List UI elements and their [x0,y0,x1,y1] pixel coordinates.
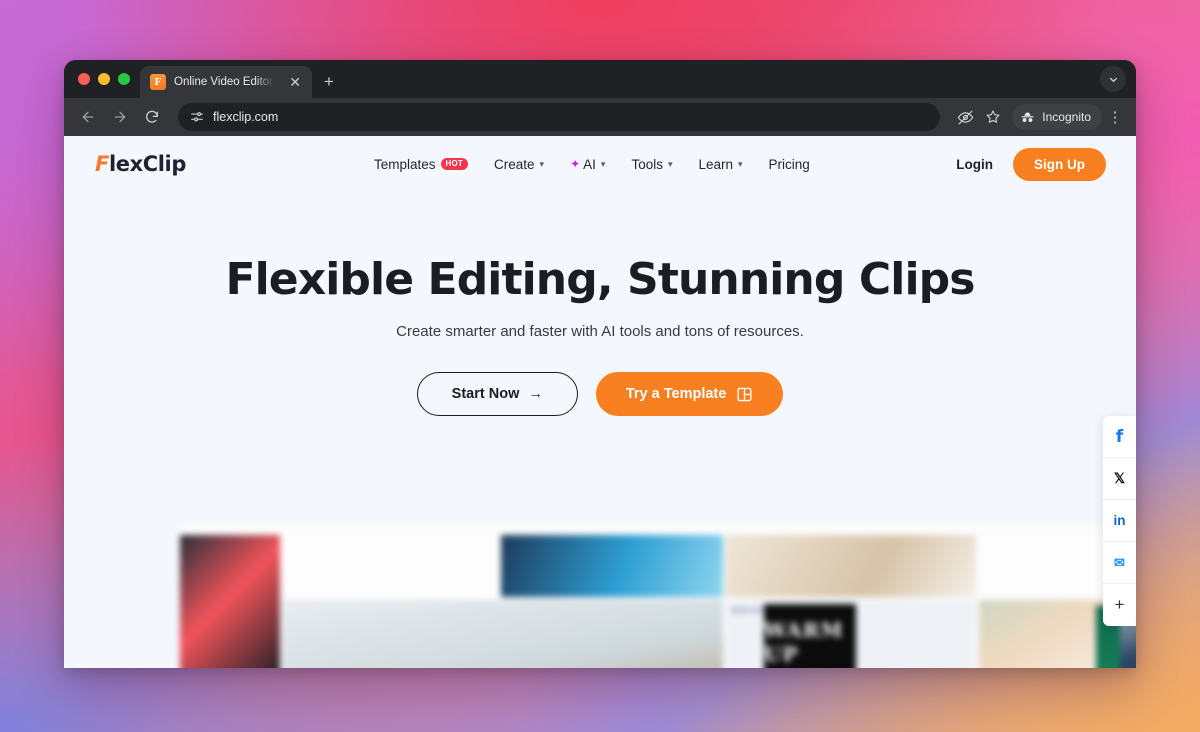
nav-label-create: Create [494,156,535,172]
chevron-down-icon: ▾ [738,158,743,169]
collage-tile [283,535,498,597]
browser-tab-strip: F Online Video Editor - Make Vi ✕ + [64,60,1136,98]
collage-tile [501,535,723,597]
tab-strip-right [1100,60,1136,98]
chevron-down-icon: ▾ [539,158,545,169]
template-layout-icon [736,386,753,403]
hot-badge: HOT [440,158,469,170]
login-link[interactable]: Login [956,157,993,172]
url-text: flexclip.com [213,110,279,124]
browser-menu-icon[interactable]: ⋮ [1104,110,1126,125]
close-window-button[interactable] [78,73,90,85]
incognito-indicator[interactable]: Incognito [1012,104,1102,130]
try-template-label: Try a Template [625,386,727,402]
address-bar[interactable]: flexclip.com [178,103,941,131]
new-tab-button[interactable]: + [312,66,346,98]
nav-item-ai[interactable]: ✦ AI ▾ [570,157,605,172]
facebook-icon[interactable]: f [1103,416,1136,458]
nav-item-tools[interactable]: Tools ▾ [631,157,672,172]
incognito-label: Incognito [1042,110,1091,124]
nav-links: Templates HOT Create ▾ ✦ AI ▾ Tools ▾ Le… [374,157,810,172]
logo-accent: F [95,152,109,176]
site-navigation: FlexClip Templates HOT Create ▾ ✦ AI ▾ T… [64,136,1136,192]
nav-label-templates: Templates [373,156,436,172]
bookmark-star-icon[interactable] [980,104,1006,130]
toolbar-actions: Incognito ⋮ [952,104,1126,130]
collage-tile: BON SOY WARM UP [726,600,976,668]
hero-cta-group: Start Now → Try a Template [64,372,1136,416]
browser-tab[interactable]: F Online Video Editor - Make Vi ✕ [140,66,312,98]
nav-label-ai: AI [583,156,596,172]
collage-tile [180,524,1136,532]
forward-button[interactable] [106,103,134,131]
nav-label-pricing: Pricing [768,156,810,172]
incognito-spy-icon [1020,110,1035,125]
eye-off-icon[interactable] [952,104,978,130]
hero-section: Flexible Editing, Stunning Clips Create … [64,192,1136,416]
browser-toolbar: flexclip.com Incognito ⋮ [64,98,1136,136]
nav-item-templates[interactable]: Templates HOT [373,156,469,172]
favicon-icon: F [150,74,166,90]
sparkle-icon: ✦ [570,157,581,171]
window-controls [76,60,140,98]
collage-tile [726,535,976,597]
tab-title: Online Video Editor - Make Vi [174,76,278,88]
hero-subtitle: Create smarter and faster with AI tools … [396,323,804,340]
web-page: FlexClip Templates HOT Create ▾ ✦ AI ▾ T… [64,136,1136,668]
tab-search-chevron-down-icon[interactable] [1100,66,1126,92]
maximize-window-button[interactable] [118,73,130,85]
template-collage-preview[interactable]: BON SOY WARM UP MOBILE APPS [180,524,1136,668]
start-now-label: Start Now [451,386,520,402]
social-share-rail: f 𝕏 in ✉ + [1103,416,1136,626]
site-logo[interactable]: FlexClip [95,152,186,176]
minimize-window-button[interactable] [98,73,110,85]
chevron-down-icon: ▾ [600,158,606,169]
nav-label-tools: Tools [631,156,663,172]
browser-window: F Online Video Editor - Make Vi ✕ + [64,60,1136,668]
more-share-icon[interactable]: + [1103,584,1136,626]
reload-button[interactable] [138,103,166,131]
nav-item-pricing[interactable]: Pricing [769,157,810,172]
close-tab-icon[interactable]: ✕ [286,73,304,91]
linkedin-icon[interactable]: in [1103,500,1136,542]
email-icon[interactable]: ✉ [1103,542,1136,584]
site-settings-icon[interactable] [190,110,204,124]
collage-warmup-text: WARM UP [764,618,844,666]
collage-tile-warmup: WARM UP [764,604,856,668]
nav-item-create[interactable]: Create ▾ [494,157,544,172]
collage-tile [180,535,280,668]
nav-item-learn[interactable]: Learn ▾ [698,157,742,172]
collage-tile [283,600,723,668]
nav-label-learn: Learn [698,156,734,172]
logo-rest: lexClip [108,152,186,176]
try-a-template-button[interactable]: Try a Template [595,372,784,416]
arrow-right-icon: → [528,386,543,402]
chevron-down-icon: ▾ [667,158,673,169]
signup-button[interactable]: Sign Up [1013,147,1106,181]
nav-actions: Login Sign Up [956,147,1106,181]
back-button[interactable] [74,103,102,131]
page-title: Flexible Editing, Stunning Clips [225,254,975,305]
start-now-button[interactable]: Start Now → [416,372,578,416]
x-twitter-icon[interactable]: 𝕏 [1103,458,1136,500]
